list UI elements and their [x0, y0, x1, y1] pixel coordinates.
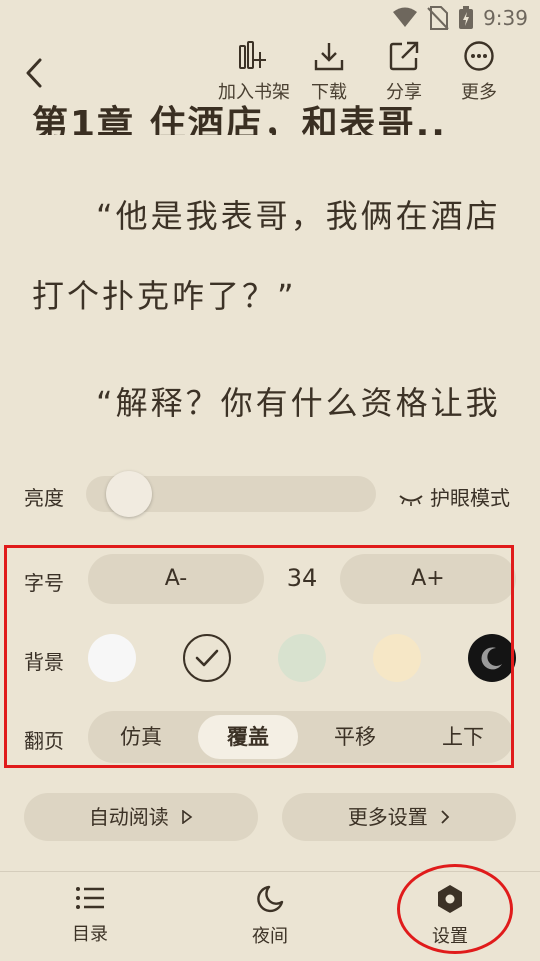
- share-button[interactable]: 分享: [364, 40, 444, 106]
- status-time: 9:39: [483, 6, 528, 30]
- bookshelf-add-icon: [239, 41, 266, 69]
- share-icon: [389, 41, 419, 71]
- reading-line: 打个扑克咋了？”: [32, 277, 297, 315]
- reading-line: “解释？你有什么资格让我: [96, 384, 501, 422]
- add-to-shelf-button[interactable]: 加入书架: [214, 40, 294, 106]
- no-sim-icon: [427, 6, 449, 30]
- auto-read-button[interactable]: 自动阅读: [24, 793, 258, 841]
- more-icon: [464, 41, 494, 71]
- chevron-left-icon: [26, 58, 42, 88]
- nav-toc-button[interactable]: 目录: [40, 884, 140, 946]
- reading-line: “他是我表哥，我俩在酒店: [96, 197, 501, 235]
- more-label: 更多: [461, 82, 497, 103]
- nav-night-label: 夜间: [252, 926, 288, 947]
- status-bar: 9:39: [0, 0, 540, 36]
- brightness-label: 亮度: [24, 486, 64, 510]
- annotation-highlight-box: [4, 545, 514, 768]
- wifi-icon: [393, 7, 417, 27]
- download-button[interactable]: 下载: [289, 40, 369, 106]
- share-label: 分享: [386, 82, 422, 103]
- battery-icon: [459, 6, 473, 29]
- eye-mode-toggle[interactable]: 护眼模式: [398, 482, 510, 511]
- back-button[interactable]: [18, 56, 52, 90]
- add-to-shelf-label: 加入书架: [218, 82, 290, 103]
- nav-night-button[interactable]: 夜间: [220, 884, 320, 948]
- auto-read-label: 自动阅读: [88, 805, 169, 829]
- eye-mode-label: 护眼模式: [430, 486, 510, 510]
- more-settings-label: 更多设置: [347, 805, 428, 829]
- more-settings-button[interactable]: 更多设置: [282, 793, 516, 841]
- moon-icon: [257, 885, 284, 913]
- download-label: 下载: [311, 82, 347, 103]
- eye-closed-icon: [399, 494, 423, 506]
- download-icon: [314, 43, 344, 71]
- list-icon: [76, 887, 104, 909]
- nav-toc-label: 目录: [72, 924, 108, 945]
- chevron-right-icon: [441, 810, 450, 824]
- more-button[interactable]: 更多: [439, 40, 519, 106]
- play-icon: [182, 809, 193, 825]
- brightness-slider-thumb[interactable]: [105, 471, 152, 517]
- annotation-circle: [397, 864, 513, 954]
